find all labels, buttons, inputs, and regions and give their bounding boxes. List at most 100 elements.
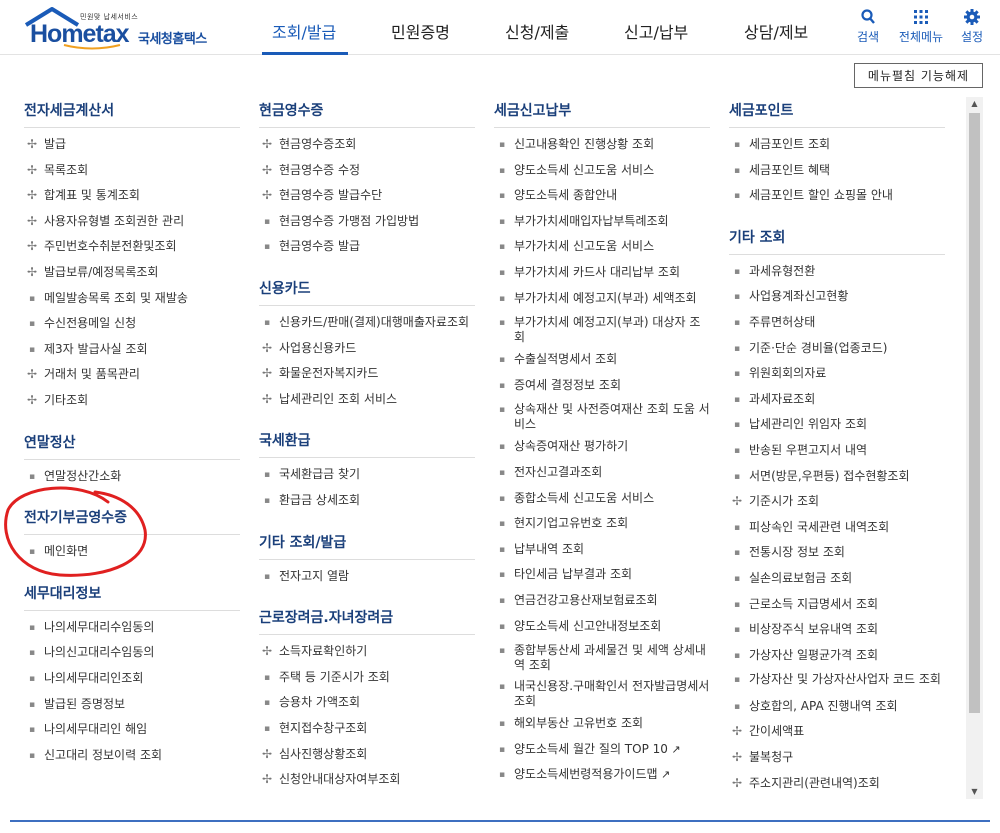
- menu-item[interactable]: ▪ 주류면허상태: [729, 314, 945, 340]
- menu-item[interactable]: ▪ 국세환급금 찾기: [259, 466, 475, 492]
- menu-item[interactable]: ▪ 현지기업고유번호 조회: [494, 515, 710, 541]
- menu-item[interactable]: ✢ 사용자유형별 조회권한 관리: [24, 213, 240, 239]
- menu-item[interactable]: ▪ 피상속인 국세관련 내역조회: [729, 519, 945, 545]
- menu-item[interactable]: ✢ 신청안내대상자여부조회: [259, 771, 475, 797]
- menu-item[interactable]: ▪ 나의세무대리인 해임: [24, 721, 240, 747]
- menu-item[interactable]: ▪ 발급된 증명정보: [24, 696, 240, 722]
- menu-item[interactable]: ✢ 발급: [24, 136, 240, 162]
- menu-item[interactable]: ✢ 발급보류/예정목록조회: [24, 264, 240, 290]
- menu-item[interactable]: ▪ 부가가치세 신고도움 서비스: [494, 238, 710, 264]
- menu-item[interactable]: ▪ 납부내역 조회: [494, 541, 710, 567]
- section-title[interactable]: 세금포인트: [729, 100, 945, 128]
- menu-item[interactable]: ▪ 수신전용메일 신청: [24, 315, 240, 341]
- section-title[interactable]: 국세환급: [259, 430, 475, 459]
- menu-item[interactable]: ▪ 증여세 결정정보 조회: [494, 377, 710, 403]
- menu-item[interactable]: ✢ 납세관리인 조회 서비스: [259, 391, 475, 417]
- menu-item[interactable]: ▪ 신용카드/판매(결제)대행매출자료조회: [259, 314, 475, 340]
- menu-item[interactable]: ▪ 신고내용확인 진행상황 조회: [494, 136, 710, 162]
- menu-item[interactable]: ▪ 신고대리 정보이력 조회: [24, 747, 240, 773]
- menu-item[interactable]: ▪ 전자신고결과조회: [494, 464, 710, 490]
- menu-item[interactable]: ▪ 종합부동산세 과세물건 및 세액 상세내역 조회: [494, 643, 710, 679]
- menu-item[interactable]: ▪ 수출실적명세서 조회: [494, 351, 710, 377]
- menu-item[interactable]: ▪ 과세유형전환: [729, 263, 945, 289]
- menu-item[interactable]: ▪ 해외부동산 고유번호 조회: [494, 715, 710, 741]
- section-title[interactable]: 현금영수증: [259, 100, 475, 128]
- menu-item[interactable]: ▪ 양도소득세 신고안내정보조회: [494, 618, 710, 644]
- section-title[interactable]: 근로장려금.자녀장려금: [259, 607, 475, 636]
- menu-item[interactable]: ▪ 서면(방문,우편등) 접수현황조회: [729, 468, 945, 494]
- section-title[interactable]: 연말정산: [24, 432, 240, 460]
- menu-item[interactable]: ▪ 부가가치세 카드사 대리납부 조회: [494, 264, 710, 290]
- menu-expand-toggle-button[interactable]: 메뉴펼침 기능해제: [854, 63, 983, 88]
- menu-item[interactable]: ▪ 세금포인트 할인 쇼핑몰 안내: [729, 187, 945, 213]
- scroll-up-arrow-icon[interactable]: ▲: [966, 97, 983, 111]
- section-title[interactable]: 기타 조회: [729, 227, 945, 255]
- scroll-down-arrow-icon[interactable]: ▼: [966, 785, 983, 799]
- section-title[interactable]: 세무대리정보: [24, 583, 240, 611]
- menu-item[interactable]: ▪ 내국신용장.구매확인서 전자발급명세서 조회: [494, 679, 710, 715]
- hometax-logo[interactable]: 민원맞 납세서비스 Hometax 국세청홈택스: [22, 6, 212, 50]
- menu-item[interactable]: ✢ 기준시가 조회: [729, 493, 945, 519]
- menu-item[interactable]: ▪ 가상자산 및 가상자산사업자 코드 조회: [729, 672, 945, 698]
- all-menu-button[interactable]: 전체메뉴: [896, 8, 946, 45]
- menu-item[interactable]: ▪ 타인세금 납부결과 조회: [494, 566, 710, 592]
- menu-item[interactable]: ▪ 부가가치세매입자납부특례조회: [494, 213, 710, 239]
- menu-item[interactable]: ✢ 합계표 및 통계조회: [24, 187, 240, 213]
- gnb-menu-inquiry-issue[interactable]: 조회/발급: [272, 19, 336, 43]
- menu-item[interactable]: ▪ 전자고지 열람: [259, 568, 475, 594]
- menu-item[interactable]: ▪ 세금포인트 조회: [729, 136, 945, 162]
- menu-item[interactable]: ▪ 납세관리인 위임자 조회: [729, 416, 945, 442]
- menu-item[interactable]: ▪ 부가가치세 예정고지(부과) 세액조회: [494, 290, 710, 316]
- menu-item[interactable]: ▪ 제3자 발급사실 조회: [24, 341, 240, 367]
- menu-item[interactable]: ▪ 나의세무대리수임동의: [24, 619, 240, 645]
- menu-item[interactable]: ▪ 양도소득세 종합안내: [494, 187, 710, 213]
- menu-item[interactable]: ▪ 부가가치세 예정고지(부과) 대상자 조회: [494, 315, 710, 351]
- menu-item[interactable]: ▪ 연금건강고용산재보험료조회: [494, 592, 710, 618]
- menu-item[interactable]: ▪ 반송된 우편고지서 내역: [729, 442, 945, 468]
- scrollbar-thumb[interactable]: [969, 113, 980, 713]
- menu-item[interactable]: ▪ 종합소득세 신고도움 서비스: [494, 490, 710, 516]
- section-title[interactable]: 신용카드: [259, 278, 475, 306]
- menu-item[interactable]: ▪ 과세자료조회: [729, 391, 945, 417]
- menu-item[interactable]: ✢ 소득자료확인하기: [259, 643, 475, 669]
- menu-item[interactable]: ▪ 가상자산 일평균가격 조회: [729, 647, 945, 673]
- section-title[interactable]: 세금신고납부: [494, 100, 710, 128]
- menu-item[interactable]: ▪ 양도소득세 신고도움 서비스: [494, 162, 710, 188]
- menu-item[interactable]: ▪ 상속재산 및 사전증여재산 조회 도움 서비스: [494, 402, 710, 438]
- menu-item[interactable]: ▪ 연말정산간소화: [24, 468, 240, 494]
- menu-item[interactable]: ▪ 양도소득세번령적용가이드맵 ↗: [494, 766, 710, 792]
- settings-button[interactable]: 설정: [958, 8, 986, 45]
- menu-item[interactable]: ▪ 나의신고대리수임동의: [24, 644, 240, 670]
- menu-item[interactable]: ✢ 목록조회: [24, 162, 240, 188]
- menu-item[interactable]: ▪ 상호합의, APA 진행내역 조회: [729, 698, 945, 724]
- menu-item[interactable]: ▪ 나의세무대리인조회: [24, 670, 240, 696]
- menu-item[interactable]: ▪ 비상장주식 보유내역 조회: [729, 621, 945, 647]
- menu-item[interactable]: ✢ 주소지관리(관련내역)조회: [729, 775, 945, 799]
- search-button[interactable]: 검색: [855, 8, 881, 45]
- menu-item[interactable]: ✢ 현금영수증 발급수단: [259, 187, 475, 213]
- vertical-scrollbar[interactable]: ▲ ▼: [966, 97, 983, 799]
- menu-item[interactable]: ▪ 양도소득세 월간 질의 TOP 10 ↗: [494, 741, 710, 767]
- menu-item[interactable]: ▪ 상속증여재산 평가하기: [494, 438, 710, 464]
- menu-item[interactable]: ▪ 환급금 상세조회: [259, 492, 475, 518]
- gnb-menu-report-pay[interactable]: 신고/납부: [624, 19, 688, 43]
- menu-item[interactable]: ▪ 현금영수증 가맹점 가입방법: [259, 213, 475, 239]
- section-title[interactable]: 전자기부금영수증: [24, 507, 240, 536]
- menu-item[interactable]: ▪ 주택 등 기준시가 조회: [259, 669, 475, 695]
- menu-item[interactable]: ▪ 메인화면: [24, 543, 240, 569]
- menu-item[interactable]: ✢ 사업용신용카드: [259, 340, 475, 366]
- menu-item[interactable]: ▪ 사업용계좌신고현황: [729, 288, 945, 314]
- menu-item[interactable]: ✢ 간이세액표: [729, 723, 945, 749]
- menu-item[interactable]: ▪ 현금영수증 발급: [259, 238, 475, 264]
- menu-item[interactable]: ▪ 전통시장 정보 조회: [729, 544, 945, 570]
- menu-item[interactable]: ✢ 현금영수증 수정: [259, 162, 475, 188]
- menu-item[interactable]: ▪ 위원회회의자료: [729, 365, 945, 391]
- menu-item[interactable]: ✢ 주민번호수취분전환및조회: [24, 238, 240, 264]
- gnb-menu-certificates[interactable]: 민원증명: [391, 19, 450, 43]
- menu-item[interactable]: ▪ 기준·단순 경비율(업종코드): [729, 340, 945, 366]
- menu-item[interactable]: ✢ 불복청구: [729, 749, 945, 775]
- menu-item[interactable]: ✢ 기타조회: [24, 392, 240, 418]
- menu-item[interactable]: ▪ 메일발송목록 조회 및 재발송: [24, 290, 240, 316]
- menu-item[interactable]: ▪ 세금포인트 혜택: [729, 162, 945, 188]
- menu-item[interactable]: ✢ 심사진행상황조회: [259, 746, 475, 772]
